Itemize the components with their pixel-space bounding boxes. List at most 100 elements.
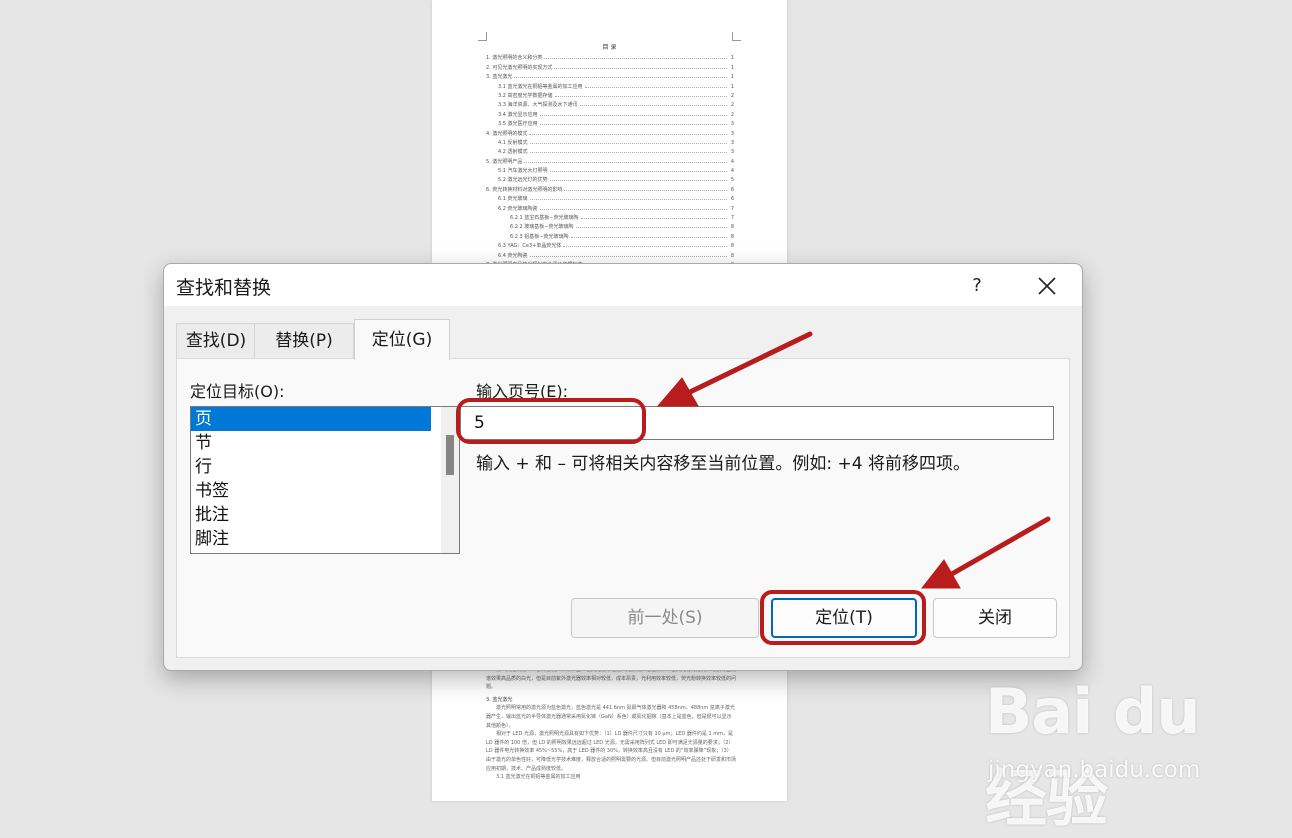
toc-dot-leader xyxy=(570,236,727,238)
toc-dot-leader xyxy=(554,67,727,69)
toc-entry-page: 6 xyxy=(730,186,734,193)
toc-entry: 3.1 蓝光激光在铜铝等金属的加工应用 1 xyxy=(486,80,734,90)
toc-dot-leader xyxy=(580,218,727,220)
toc-entry: 4.2 透射模式 3 xyxy=(486,146,734,155)
toc-dot-leader xyxy=(584,86,727,88)
dialog-title-bar: 查找和替换 ? xyxy=(164,264,1082,306)
toc-entry-text: 3.1 蓝光激光在铜铝等金属的加工应用 xyxy=(498,83,583,90)
toc-entry-text: 6.1 荧光玻璃 xyxy=(498,196,528,203)
section-heading: 3. 蓝光激光 xyxy=(486,696,513,703)
toc-dot-leader xyxy=(549,180,727,182)
toc-entry: 5.2 激光远光灯的优势 5 xyxy=(486,174,734,183)
tab-replace[interactable]: 替换(P) xyxy=(254,323,354,358)
toc-entry-page: 2 xyxy=(730,92,734,99)
tab-find[interactable]: 查找(D) xyxy=(176,323,256,358)
find-replace-dialog: 查找和替换 ? 查找(D) 替换(P) 定位(G) 定位目标(O): 页 节 行… xyxy=(163,263,1083,671)
toc-dot-leader xyxy=(539,114,727,116)
toc-entry-text: 2. 可见光激光照明的实现方式 xyxy=(486,64,553,71)
toc-entry-page: 3 xyxy=(730,139,734,146)
toc-entry-page: 7 xyxy=(730,215,734,222)
toc-entry-text: 3.2 高密度光学数据存储 xyxy=(498,92,553,99)
toc-entry-text: 6.2.3 铝基板−荧光玻璃陶 xyxy=(510,233,569,240)
toc-entry-page: 1 xyxy=(730,74,734,81)
toc-entry-text: 3. 蓝光激光 xyxy=(486,74,513,81)
toc-entry-text: 3.5 激光医疗应用 xyxy=(498,121,538,128)
toc-dot-leader xyxy=(524,161,727,163)
toc-entry: 3.2 高密度光学数据存储 2 xyxy=(486,90,734,99)
tab-goto[interactable]: 定位(G) xyxy=(354,319,450,360)
toc-dot-leader xyxy=(529,199,727,201)
toc-dot-leader xyxy=(564,189,727,191)
toc-entry-text: 3.4 激光显示应用 xyxy=(498,111,538,118)
toc-entry: 1. 激光照明的含义和分类 1 xyxy=(486,52,734,61)
toc-title: 目 录 xyxy=(602,44,617,51)
toc-entry-page: 1 xyxy=(730,83,734,90)
toc-dot-leader xyxy=(575,227,727,229)
toc-entry-text: 6. 荧光转换材料对激光照明的影响 xyxy=(486,186,563,193)
list-item-line[interactable]: 行 xyxy=(191,455,431,479)
toc-entry-text: 5.1 汽车激光大灯照明 xyxy=(498,168,548,175)
toc-entry-text: 4. 激光照明的模式 xyxy=(486,130,528,137)
goto-target-label: 定位目标(O): xyxy=(190,382,285,401)
toc-entry: 6.1 荧光玻璃 6 xyxy=(486,193,734,202)
toc-entry-text: 5. 激光照明产品 xyxy=(486,158,523,165)
toc-dot-leader xyxy=(539,208,727,210)
list-item-section[interactable]: 节 xyxy=(191,431,431,455)
toc-entry: 5. 激光照明产品 4 xyxy=(486,155,734,165)
list-item-footnote[interactable]: 脚注 xyxy=(191,527,431,551)
toc-entry: 2. 可见光激光照明的实现方式 1 xyxy=(486,61,734,71)
document-body-text: 第三类是采用 LD 芯片激发红、绿、蓝三色荧光粉来组成白光照明，通过调节三色荧光… xyxy=(486,666,736,782)
toc-entry-page: 2 xyxy=(730,102,734,109)
toc-entry-page: 4 xyxy=(730,158,734,165)
toc-entry-page: 1 xyxy=(730,64,734,71)
toc-entry: 6.4 荧光陶瓷 8 xyxy=(486,249,734,259)
toc-entry-page: 8 xyxy=(730,224,734,231)
margin-corner-mark xyxy=(478,32,487,41)
page-number-input[interactable] xyxy=(460,406,1054,440)
close-dialog-button[interactable] xyxy=(1024,269,1070,303)
toc-dot-leader xyxy=(544,58,727,60)
toc-entry-page: 3 xyxy=(730,149,734,156)
margin-corner-mark xyxy=(732,32,741,41)
toc-entry-text: 4.2 透射模式 xyxy=(498,149,528,156)
list-item-page[interactable]: 页 xyxy=(191,407,431,431)
toc-entry-text: 6.2.2 玻璃基板−荧光玻璃陶 xyxy=(510,224,574,231)
toc-entry-text: 6.2.1 蓝宝石基板−荧光玻璃陶 xyxy=(510,215,579,222)
toc-entry: 4. 激光照明的模式 3 xyxy=(486,127,734,137)
toc-entry-text: 5.2 激光远光灯的优势 xyxy=(498,177,548,184)
goto-target-listbox[interactable]: 页 节 行 书签 批注 脚注 xyxy=(190,406,460,554)
close-button[interactable]: 关闭 xyxy=(933,598,1057,638)
toc-dot-leader xyxy=(529,133,727,135)
toc-dot-leader xyxy=(579,105,727,107)
body-paragraph: 激光照明常用的激光源为蓝色激光，蓝色激光是 441.6nm 氦镉气体激光器和 4… xyxy=(486,705,735,729)
toc-dot-leader xyxy=(549,171,727,173)
toc-entry: 6.2.1 蓝宝石基板−荧光玻璃陶 7 xyxy=(486,212,734,221)
help-button[interactable]: ? xyxy=(954,269,1000,303)
goto-button[interactable]: 定位(T) xyxy=(771,598,917,638)
toc-dot-leader xyxy=(529,152,727,154)
body-paragraph: 相对于 LED 光源，激光照明光源具有如下优势：（1）LD 器件尺寸只有 10 … xyxy=(486,731,737,772)
toc-entry-page: 7 xyxy=(730,205,734,212)
list-item-bookmark[interactable]: 书签 xyxy=(191,479,431,503)
toc-entry: 4.1 反射模式 3 xyxy=(486,137,734,146)
toc-entry-page: 3 xyxy=(730,130,734,137)
toc-entry-page: 4 xyxy=(730,168,734,175)
dialog-title: 查找和替换 xyxy=(176,277,272,299)
baidu-jingyan-watermark: Bai du 经验 jingyan.baidu.com xyxy=(985,665,1235,835)
toc-entry-text: 4.1 反射模式 xyxy=(498,139,528,146)
list-item-comment[interactable]: 批注 xyxy=(191,503,431,527)
toc-entry-text: 1. 激光照明的含义和分类 xyxy=(486,55,543,62)
scrollbar-thumb[interactable] xyxy=(446,435,454,475)
toc-entry-page: 8 xyxy=(730,252,734,259)
toc-dot-leader xyxy=(563,246,727,248)
toc-entry-page: 2 xyxy=(730,111,734,118)
toc-entry: 6.3 YAG：Ce3+单晶荧光体 8 xyxy=(486,240,734,249)
toc-entry-page: 5 xyxy=(730,177,734,184)
toc-entry: 6. 荧光转换材料对激光照明的影响 6 xyxy=(486,183,734,193)
toc-entry: 3.3 海洋资源、大气探测及水下通讯 2 xyxy=(486,99,734,108)
previous-button[interactable]: 前一处(S) xyxy=(571,598,759,638)
toc-entry: 3.5 激光医疗应用 3 xyxy=(486,118,734,127)
toc-entry: 6.2 荧光玻璃陶瓷 7 xyxy=(486,202,734,212)
toc-entry: 5.1 汽车激光大灯照明 4 xyxy=(486,165,734,174)
listbox-scrollbar[interactable] xyxy=(441,407,459,553)
